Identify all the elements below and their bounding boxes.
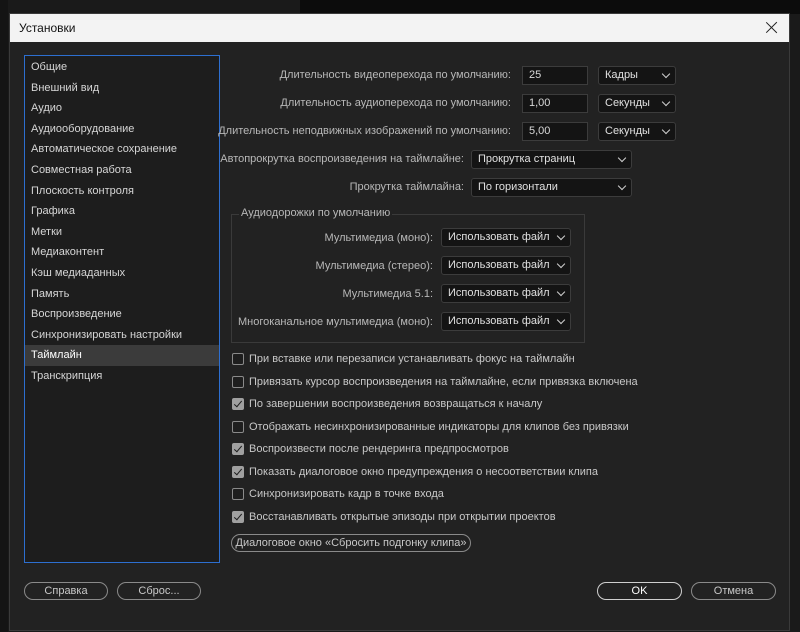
audio-transition-unit-value: Секунды (605, 97, 650, 109)
multichannel-media-value: Использовать файл (448, 315, 550, 327)
option-label: Привязать курсор воспроизведения на тайм… (249, 376, 638, 388)
mono-media-value: Использовать файл (448, 231, 550, 243)
mono-media-label: Мультимедиа (моно): (324, 232, 433, 244)
chevron-down-icon (556, 315, 566, 325)
option-label: Показать диалоговое окно предупреждения … (249, 466, 599, 478)
video-transition-duration-input[interactable]: 25 (522, 66, 588, 85)
category-list: Общие Внешний вид Аудио Аудиооборудовани… (24, 55, 220, 563)
option-label: Воспроизвести после рендеринга предпросм… (249, 443, 509, 455)
autoscroll-value: Прокрутка страниц (478, 153, 576, 165)
option-label: При вставке или перезаписи устанавливать… (249, 353, 575, 365)
chevron-down-icon (556, 259, 566, 269)
chevron-down-icon (617, 181, 627, 191)
sidebar-item-audio-hardware[interactable]: Аудиооборудование (25, 119, 219, 140)
stereo-media-label: Мультимедиа (стерео): (315, 260, 433, 272)
checkbox-checked[interactable] (232, 443, 244, 455)
option-label: Отображать несинхронизированные индикато… (249, 421, 629, 433)
option-label: Восстанавливать открытые эпизоды при отк… (249, 511, 556, 523)
sidebar-item-general[interactable]: Общие (25, 57, 219, 78)
checkbox[interactable] (232, 376, 244, 388)
reset-clip-fit-dialog-button[interactable]: Диалоговое окно «Сбросить подгонку клипа… (231, 534, 471, 552)
video-transition-unit-value: Кадры (605, 69, 638, 81)
reset-button[interactable]: Сброс... (117, 582, 201, 600)
timeline-scroll-select[interactable]: По горизонтали (471, 178, 632, 197)
sidebar-item-media[interactable]: Медиаконтент (25, 242, 219, 263)
video-transition-unit-select[interactable]: Кадры (598, 66, 676, 85)
checkbox-checked[interactable] (232, 511, 244, 523)
dialog-title: Установки (19, 21, 76, 35)
surround-media-value: Использовать файл (448, 287, 550, 299)
chevron-down-icon (661, 69, 671, 79)
checkbox[interactable] (232, 353, 244, 365)
default-audio-tracks-title: Аудиодорожки по умолчанию (239, 207, 393, 219)
multichannel-media-select[interactable]: Использовать файл (441, 312, 571, 331)
mono-media-select[interactable]: Использовать файл (441, 228, 571, 247)
chevron-down-icon (661, 97, 671, 107)
sidebar-item-auto-save[interactable]: Автоматическое сохранение (25, 139, 219, 160)
title-bar: Установки (10, 14, 789, 42)
surround-media-label: Мультимедиа 5.1: (342, 288, 433, 300)
stereo-media-select[interactable]: Использовать файл (441, 256, 571, 275)
timeline-scroll-label: Прокрутка таймлайна: (349, 181, 464, 193)
sidebar-item-labels[interactable]: Метки (25, 222, 219, 243)
sidebar-item-graphics[interactable]: Графика (25, 201, 219, 222)
video-transition-duration-label: Длительность видеоперехода по умолчанию: (279, 69, 511, 81)
close-icon[interactable] (761, 17, 783, 39)
option-label: По завершении воспроизведения возвращать… (249, 398, 543, 410)
chevron-down-icon (556, 287, 566, 297)
audio-transition-unit-select[interactable]: Секунды (598, 94, 676, 113)
background-app-panel (300, 0, 800, 14)
still-image-duration-input[interactable]: 5,00 (522, 122, 588, 141)
autoscroll-label: Автопрокрутка воспроизведения на таймлай… (220, 153, 464, 165)
timeline-scroll-value: По горизонтали (478, 181, 558, 193)
audio-transition-duration-label: Длительность аудиоперехода по умолчанию: (280, 97, 511, 109)
ok-button[interactable]: OK (597, 582, 682, 600)
sidebar-item-timeline[interactable]: Таймлайн (25, 345, 219, 366)
help-button[interactable]: Справка (24, 582, 108, 600)
sidebar-item-audio[interactable]: Аудио (25, 98, 219, 119)
surround-media-select[interactable]: Использовать файл (441, 284, 571, 303)
sidebar-item-memory[interactable]: Память (25, 284, 219, 305)
sidebar-item-media-cache[interactable]: Кэш медиаданных (25, 263, 219, 284)
sidebar-item-playback[interactable]: Воспроизведение (25, 304, 219, 325)
still-image-unit-value: Секунды (605, 125, 650, 137)
sidebar-item-collaboration[interactable]: Совместная работа (25, 160, 219, 181)
stereo-media-value: Использовать файл (448, 259, 550, 271)
checkbox-checked[interactable] (232, 398, 244, 410)
sidebar-item-appearance[interactable]: Внешний вид (25, 78, 219, 99)
chevron-down-icon (661, 125, 671, 135)
checkbox[interactable] (232, 488, 244, 500)
still-image-unit-select[interactable]: Секунды (598, 122, 676, 141)
chevron-down-icon (556, 231, 566, 241)
sidebar-item-control-surface[interactable]: Плоскость контроля (25, 181, 219, 202)
autoscroll-select[interactable]: Прокрутка страниц (471, 150, 632, 169)
cancel-button[interactable]: Отмена (691, 582, 776, 600)
chevron-down-icon (617, 153, 627, 163)
multichannel-media-label: Многоканальное мультимедиа (моно): (238, 316, 433, 328)
audio-transition-duration-input[interactable]: 1,00 (522, 94, 588, 113)
checkbox[interactable] (232, 421, 244, 433)
checkbox-checked[interactable] (232, 466, 244, 478)
still-image-duration-label: Длительность неподвижных изображений по … (218, 125, 511, 137)
sidebar-item-transcription[interactable]: Транскрипция (25, 366, 219, 387)
option-label: Синхронизировать кадр в точке входа (249, 488, 444, 500)
background-app-edge (0, 0, 8, 632)
sidebar-item-sync-settings[interactable]: Синхронизировать настройки (25, 325, 219, 346)
